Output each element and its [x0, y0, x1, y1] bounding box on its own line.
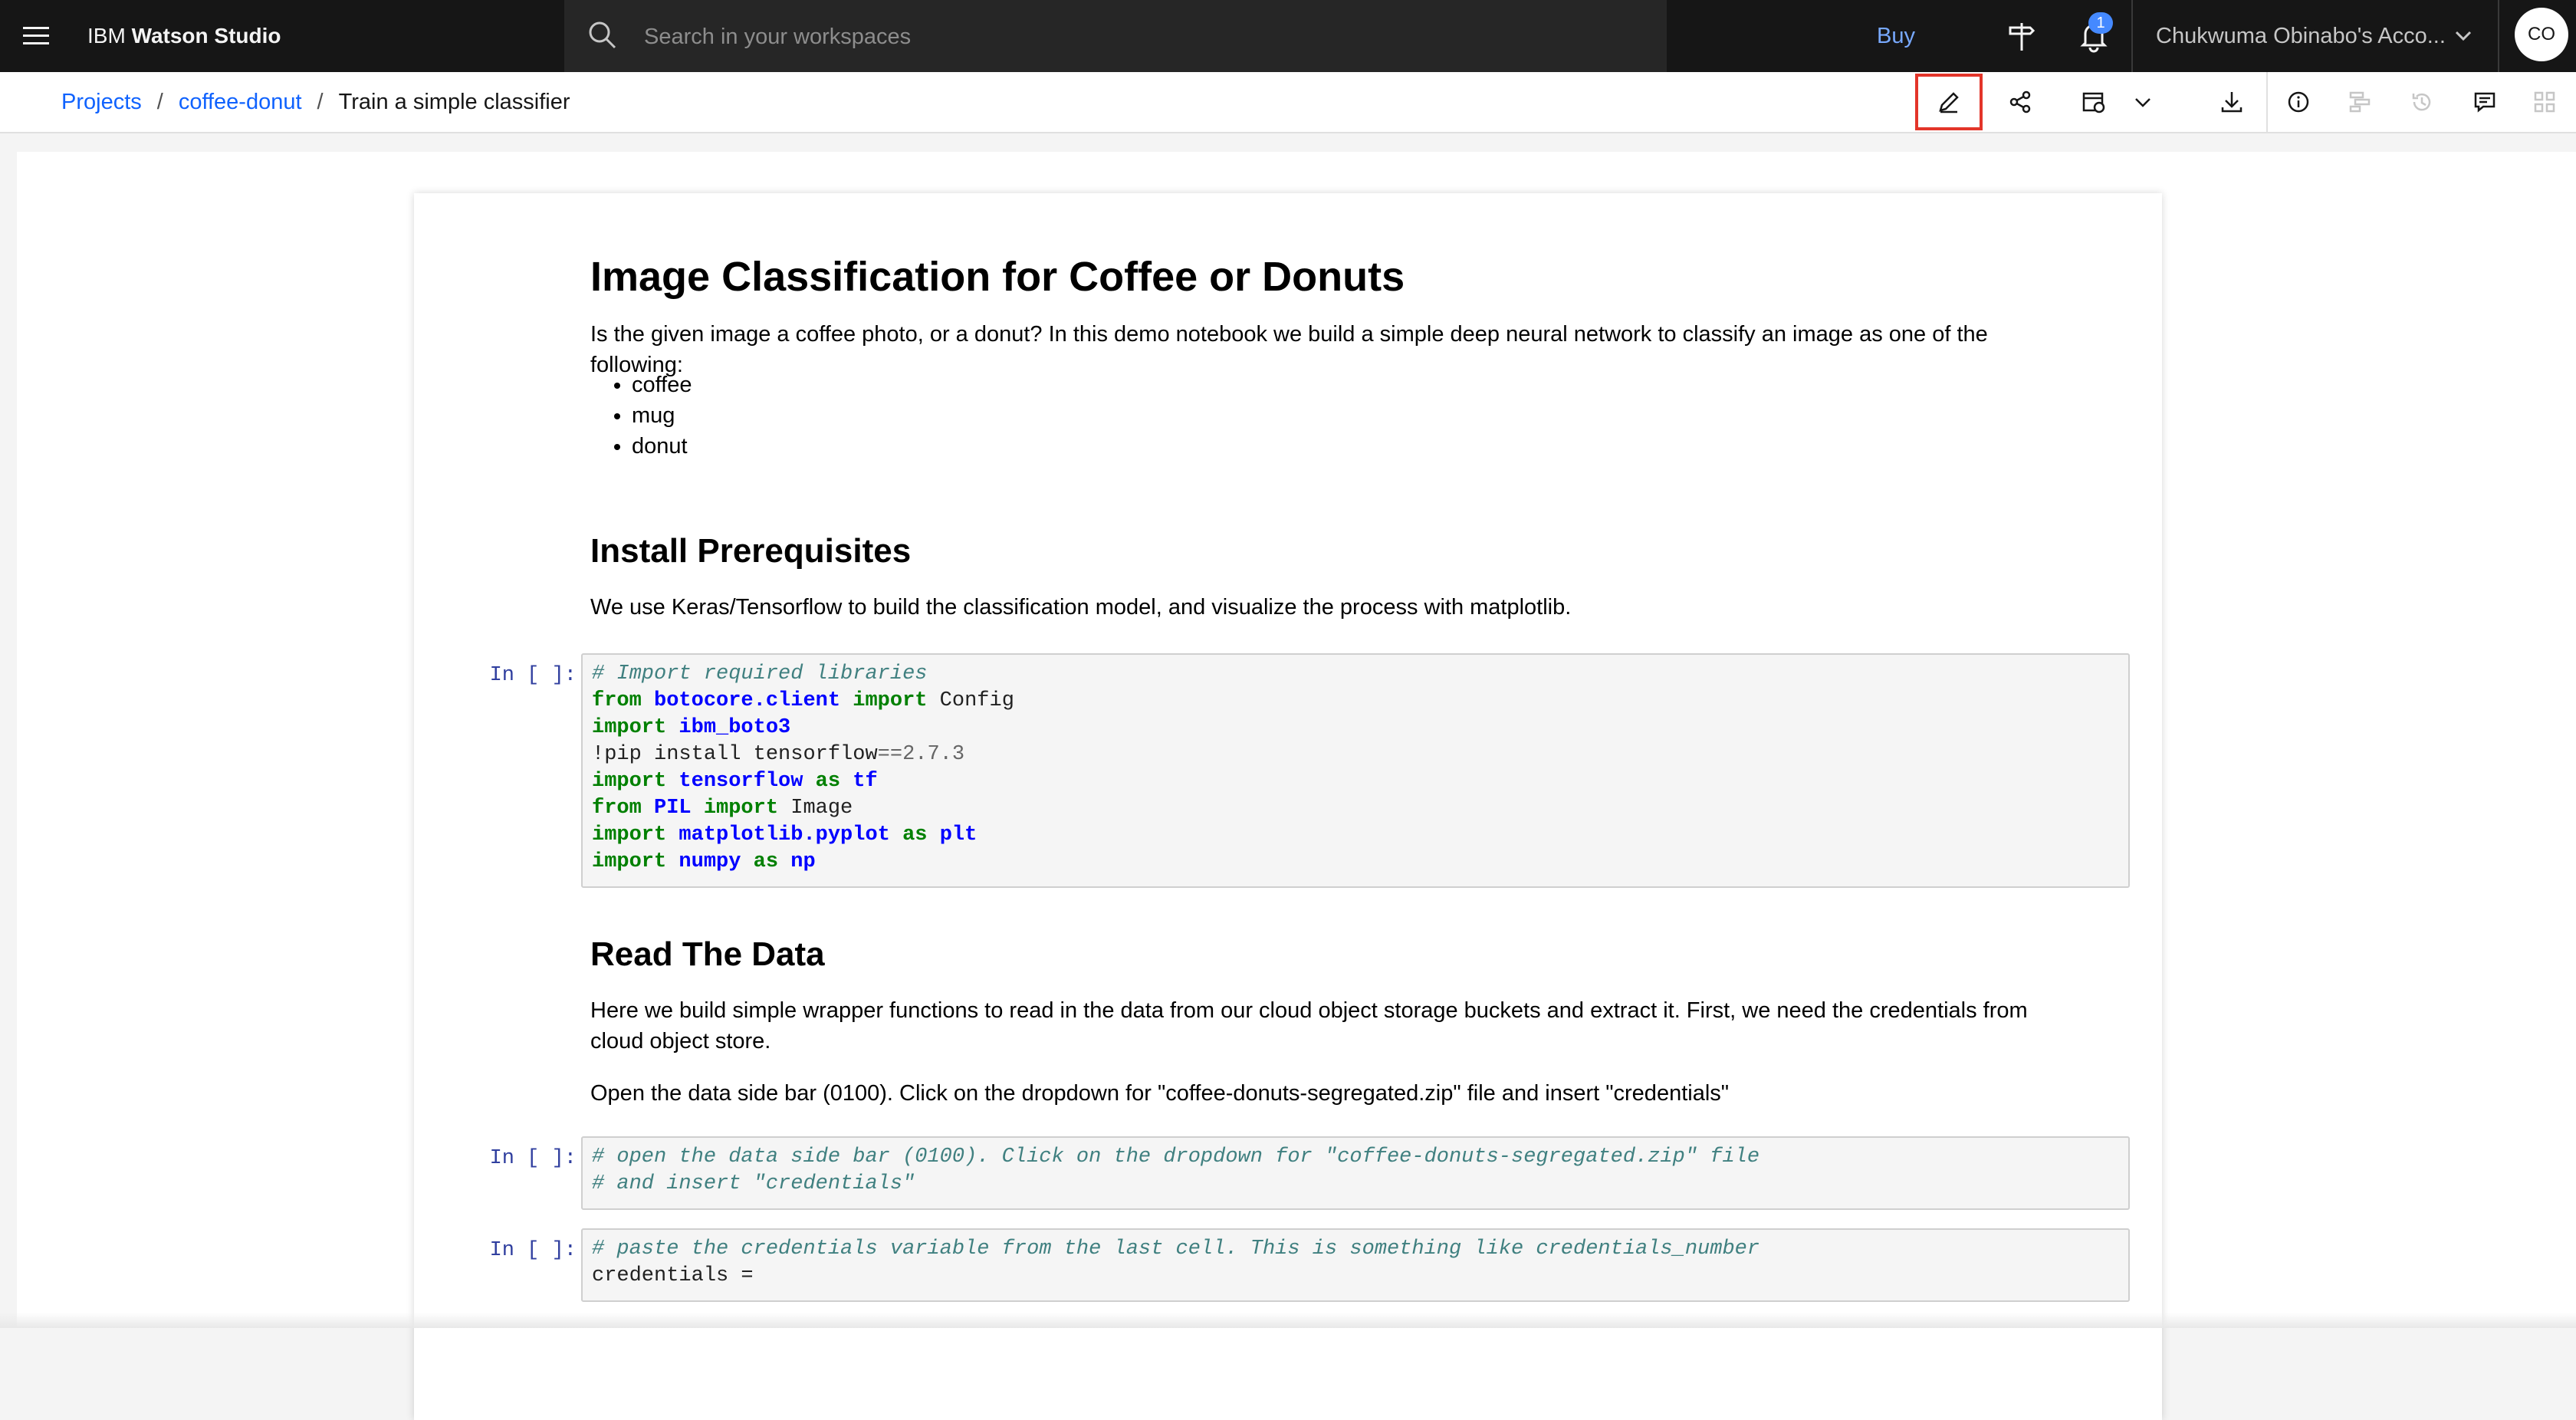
breadcrumb: Projects / coffee-donut / Train a simple cla… [61, 72, 570, 132]
section-heading: Install Prerequisites [590, 532, 912, 570]
code-line: # open the data side bar (0100). Click o… [592, 1146, 1760, 1169]
schedule-job-icon [2082, 92, 2105, 113]
list-item: mug [632, 400, 692, 431]
top-header: IBM Watson Studio Buy 1 Chukwuma Obinabo… [0, 0, 2576, 74]
data-icon [2349, 91, 2371, 113]
signpost-icon[interactable] [2004, 18, 2039, 54]
code-line: import tensorflow as tf [592, 770, 878, 793]
code-line: # paste the credentials variable from th… [592, 1238, 1760, 1261]
download-icon [2221, 92, 2242, 113]
header-divider [2131, 0, 2133, 72]
list-item: donut [632, 431, 692, 462]
info-button[interactable] [2265, 72, 2332, 132]
brand-prefix: IBM [87, 24, 126, 48]
version-history-icon [2412, 93, 2431, 111]
markdown-cell-read-data-text2: Open the data side bar (0100). Click on … [590, 1078, 2085, 1109]
download-button[interactable] [2197, 72, 2266, 132]
section-text: Open the data side bar (0100). Click on … [590, 1081, 1730, 1106]
section-text: We use Keras/Tensorflow to build the cla… [590, 595, 1572, 620]
code-line: import ibm_boto3 [592, 716, 791, 739]
markdown-cell-title: Image Classification for Coffee or Donut… [590, 253, 1405, 301]
markdown-cell-read-data: Read The Data [590, 935, 825, 974]
search-input[interactable] [642, 0, 1642, 74]
header-divider [2498, 0, 2499, 72]
menu-icon[interactable] [21, 21, 51, 51]
code-line: import matplotlib.pyplot as plt [592, 823, 978, 846]
breadcrumb-projects[interactable]: Projects [61, 90, 142, 114]
code-line: import numpy as np [592, 850, 816, 873]
search-bar [564, 0, 1667, 74]
notebook-canvas: Image Classification for Coffee or Donut… [17, 152, 2576, 1420]
search-icon[interactable] [587, 20, 618, 51]
comments-button[interactable] [2450, 72, 2519, 132]
code-line: # and insert "credentials" [592, 1172, 915, 1195]
cell-prompt: In [ ]: [489, 1147, 577, 1170]
code-line: # Import required libraries [592, 662, 928, 685]
notebook-page: Image Classification for Coffee or Donut… [414, 193, 2162, 1420]
comments-icon [2474, 92, 2496, 113]
code-snippets-button[interactable] [2510, 72, 2576, 132]
list-item: coffee [632, 370, 692, 400]
chevron-down-icon [2135, 98, 2150, 107]
account-switcher[interactable]: Chukwuma Obinabo's Acco... [2156, 0, 2446, 72]
schedule-dropdown-button[interactable] [2110, 72, 2176, 132]
cell-prompt: In [ ]: [489, 664, 577, 687]
code-cell-imports[interactable]: # Import required libraries from botocor… [581, 653, 2130, 888]
edit-notebook-button[interactable] [1915, 74, 1983, 130]
bottom-shadow [0, 1313, 2576, 1328]
code-line: credentials = [592, 1264, 754, 1287]
brand-name: Watson Studio [131, 24, 281, 48]
markdown-cell-prereq: Install Prerequisites [590, 532, 911, 570]
breadcrumb-current: Train a simple classifier [338, 90, 570, 114]
version-history-button[interactable] [2387, 72, 2456, 132]
markdown-cell-intro: Is the given image a coffee photo, or a … [590, 319, 2085, 380]
avatar[interactable]: CO [2515, 8, 2568, 61]
code-line: !pip install tensorflow==2.7.3 [592, 743, 965, 766]
code-cell-credentials[interactable]: # paste the credentials variable from th… [581, 1228, 2130, 1302]
product-name[interactable]: IBM Watson Studio [87, 0, 281, 72]
cell-prompt: In [ ]: [489, 1239, 577, 1262]
data-panel-button[interactable] [2326, 72, 2395, 132]
class-list: coffee mug donut [590, 370, 692, 462]
code-snippets-icon [2534, 91, 2555, 113]
edit-icon [1939, 92, 1959, 113]
notebook-toolbar: Projects / coffee-donut / Train a simple cla… [0, 72, 2576, 133]
code-line: from botocore.client import Config [592, 689, 1014, 712]
notebook-title: Image Classification for Coffee or Donut… [590, 254, 1405, 300]
code-line: from PIL import Image [592, 797, 853, 820]
section-text: Here we build simple wrapper functions t… [590, 998, 2028, 1053]
intro-text: Is the given image a coffee photo, or a … [590, 322, 1988, 377]
chevron-down-icon[interactable] [2452, 25, 2475, 48]
breadcrumb-separator: / [156, 90, 163, 114]
info-icon [2288, 91, 2309, 113]
share-icon [2009, 90, 2031, 113]
breadcrumb-separator: / [317, 90, 324, 114]
buy-link[interactable]: Buy [1877, 0, 1915, 72]
notification-badge: 1 [2088, 12, 2113, 34]
code-cell-credentials-hint[interactable]: # open the data side bar (0100). Click o… [581, 1136, 2130, 1210]
markdown-cell-prereq-text: We use Keras/Tensorflow to build the cla… [590, 592, 2085, 623]
section-heading: Read The Data [590, 935, 825, 973]
breadcrumb-project[interactable]: coffee-donut [179, 90, 302, 114]
share-button[interactable] [1986, 72, 2055, 132]
markdown-cell-read-data-text: Here we build simple wrapper functions t… [590, 995, 2085, 1057]
